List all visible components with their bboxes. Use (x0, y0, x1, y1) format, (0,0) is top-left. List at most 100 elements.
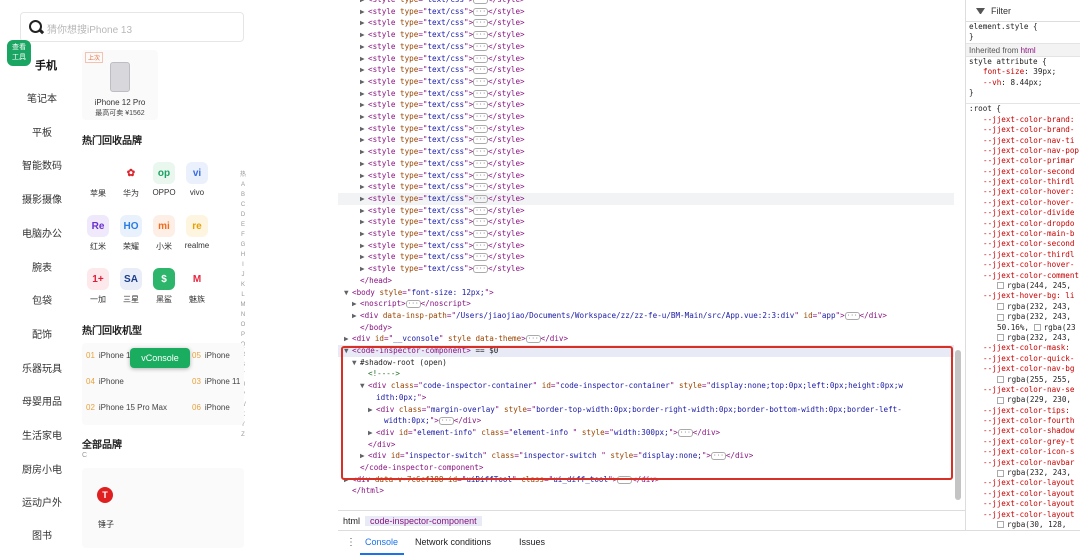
dom-node[interactable]: ▶<style type="text/css">···</style> (338, 240, 954, 252)
dom-node[interactable]: ▶ <div id="__vconsole" style data-theme> ·… (338, 333, 954, 345)
vconsole-button[interactable]: vConsole (130, 348, 190, 368)
ellipsis-icon[interactable]: ··· (473, 171, 489, 180)
style-line[interactable]: rgba(255, 255, (966, 375, 1080, 385)
index-letter[interactable]: M (238, 300, 248, 310)
style-line[interactable]: --jjext-color-navbar (966, 458, 1080, 468)
index-letter[interactable]: Z (238, 430, 248, 440)
ellipsis-icon[interactable]: ··· (844, 311, 860, 320)
ellipsis-icon[interactable]: ··· (473, 241, 489, 250)
model-item[interactable]: 06 iPhone (192, 403, 230, 412)
sidebar-item-category[interactable]: 厨房小电 (20, 461, 64, 476)
expand-arrow-icon[interactable]: ▶ (360, 134, 368, 146)
style-line[interactable]: font-size: 39px; (966, 67, 1080, 77)
color-swatch[interactable] (997, 396, 1004, 404)
sidebar-item-category[interactable]: 乐器玩具 (20, 360, 64, 375)
style-line[interactable]: --jjext-color-dropdo (966, 219, 1080, 229)
expand-arrow-icon[interactable]: ▶ (352, 310, 360, 322)
sidebar-item-category[interactable]: 包袋 (20, 292, 64, 307)
brand-item[interactable]: ✿ 华为 (113, 162, 149, 199)
index-letter[interactable]: H (238, 250, 248, 260)
brand-item[interactable]: M 魅族 (179, 268, 215, 305)
brand-item[interactable]: Re 红米 (80, 215, 116, 252)
ellipsis-icon[interactable]: ··· (473, 159, 489, 168)
index-letter[interactable]: G (238, 240, 248, 250)
index-letter[interactable]: C (238, 200, 248, 210)
expand-arrow-icon[interactable]: ▶ (360, 158, 368, 170)
expand-arrow-icon[interactable]: ▶ (360, 216, 368, 228)
model-item[interactable]: 04 iPhone (86, 377, 124, 386)
style-line[interactable]: --jjext-color-layout (966, 489, 1080, 499)
color-swatch[interactable] (1033, 324, 1041, 332)
dom-node[interactable]: ▶<style type="text/css">···</style> (338, 205, 954, 217)
dom-node[interactable]: ▶<style type="text/css">···</style> (338, 41, 954, 53)
dom-node[interactable]: ▶<style type="text/css">···</style> (338, 6, 954, 18)
style-line[interactable]: --jjext-color-nav-bg (966, 364, 1080, 374)
index-letter[interactable]: 热 (238, 170, 248, 180)
brand-item[interactable]: SA 三星 (113, 268, 149, 305)
style-line[interactable]: :root { (966, 104, 1080, 114)
ellipsis-icon[interactable]: ··· (473, 148, 489, 157)
expand-arrow-icon[interactable]: ▶ (360, 263, 368, 275)
style-line[interactable]: rgba(229, 230, (966, 395, 1080, 405)
style-line[interactable]: --jjext-color-main-b (966, 229, 1080, 239)
dom-node[interactable]: ▶<style type="text/css">···</style> (338, 88, 954, 100)
dom-node[interactable]: ▶<style type="text/css">···</style> (338, 146, 954, 158)
style-line[interactable]: --jjext-color-hover- (966, 198, 1080, 208)
sidebar-item-category[interactable]: 配饰 (20, 326, 64, 341)
style-line[interactable]: rgba(244, 245, (966, 281, 1080, 291)
breadcrumb-html[interactable]: html (338, 516, 365, 526)
ellipsis-icon[interactable]: ··· (473, 77, 489, 86)
style-line[interactable]: } (966, 88, 1080, 98)
model-item[interactable]: 02 iPhone 15 Pro Max (86, 403, 167, 412)
style-line[interactable]: --jjext-color-thirdl (966, 250, 1080, 260)
style-line[interactable]: } (966, 32, 1080, 42)
search-input[interactable]: 猜你想搜iPhone 13 (20, 12, 244, 42)
styles-filter[interactable]: Filter (966, 0, 1080, 22)
style-line[interactable]: --jjext-color-layout (966, 478, 1080, 488)
ellipsis-icon[interactable]: ··· (473, 42, 489, 51)
tab-issues[interactable]: Issues (519, 537, 545, 547)
style-line[interactable]: --jjext-color-second (966, 167, 1080, 177)
breadcrumb-code-inspector[interactable]: code-inspector-component (365, 516, 482, 526)
sidebar-item-category[interactable]: 摄影摄像 (20, 191, 64, 206)
style-line[interactable]: rgba(232, 243, (966, 312, 1080, 322)
ellipsis-icon[interactable]: ··· (473, 253, 489, 262)
recent-product-card[interactable]: 上次 iPhone 12 Pro 最高可卖 ¥1562 (82, 50, 158, 120)
color-swatch[interactable] (997, 469, 1004, 477)
elements-scrollbar[interactable] (955, 350, 961, 500)
expand-arrow-icon[interactable]: ▶ (360, 146, 368, 158)
brand-item[interactable]: 苹果 (80, 162, 116, 199)
expand-arrow-icon[interactable]: ▶ (360, 88, 368, 100)
index-letter[interactable]: I (238, 260, 248, 270)
expand-arrow-icon[interactable]: ▶ (360, 6, 368, 18)
expand-arrow-icon[interactable]: ▶ (360, 170, 368, 182)
ellipsis-icon[interactable]: ··· (473, 7, 489, 16)
expand-arrow-icon[interactable]: ▶ (360, 29, 368, 41)
tab-network-conditions[interactable]: Network conditions (415, 537, 491, 547)
style-line[interactable]: rgba(232, 243, (966, 333, 1080, 343)
sidebar-item-category[interactable]: 运动户外 (20, 494, 64, 509)
style-line[interactable]: --jjext-color-nav-ti (966, 136, 1080, 146)
ellipsis-icon[interactable]: ··· (473, 124, 489, 133)
style-line[interactable]: --jjext-color-nav-se (966, 385, 1080, 395)
index-letter[interactable]: L (238, 290, 248, 300)
style-line[interactable]: --jjext-color-hover: (966, 187, 1080, 197)
style-line[interactable]: --jjext-color-layout (966, 510, 1080, 520)
expand-arrow-icon[interactable]: ▼ (344, 287, 352, 299)
dom-node[interactable]: ▶<style type="text/css">···</style> (338, 158, 954, 170)
index-letter[interactable]: B (238, 190, 248, 200)
expand-arrow-icon[interactable]: ▶ (360, 193, 368, 205)
dom-node[interactable]: ▶<style type="text/css">···</style> (338, 111, 954, 123)
expand-arrow-icon[interactable]: ▶ (360, 64, 368, 76)
brand-item[interactable]: re realme (179, 215, 215, 250)
style-line[interactable]: --jjext-color-hover- (966, 260, 1080, 270)
index-letter[interactable]: D (238, 210, 248, 220)
dom-node[interactable]: </html> (338, 485, 954, 497)
style-line[interactable]: --vh: 8.44px; (966, 78, 1080, 88)
style-line[interactable]: --jjext-hover-bg: li (966, 291, 1080, 301)
dom-node[interactable]: ▶<style type="text/css">···</style> (338, 263, 954, 275)
ellipsis-icon[interactable]: ··· (473, 0, 489, 4)
style-line[interactable]: --jjext-color-quick- (966, 354, 1080, 364)
ellipsis-icon[interactable]: ··· (473, 265, 489, 274)
dom-node[interactable]: ▶<style type="text/css">···</style> (338, 17, 954, 29)
